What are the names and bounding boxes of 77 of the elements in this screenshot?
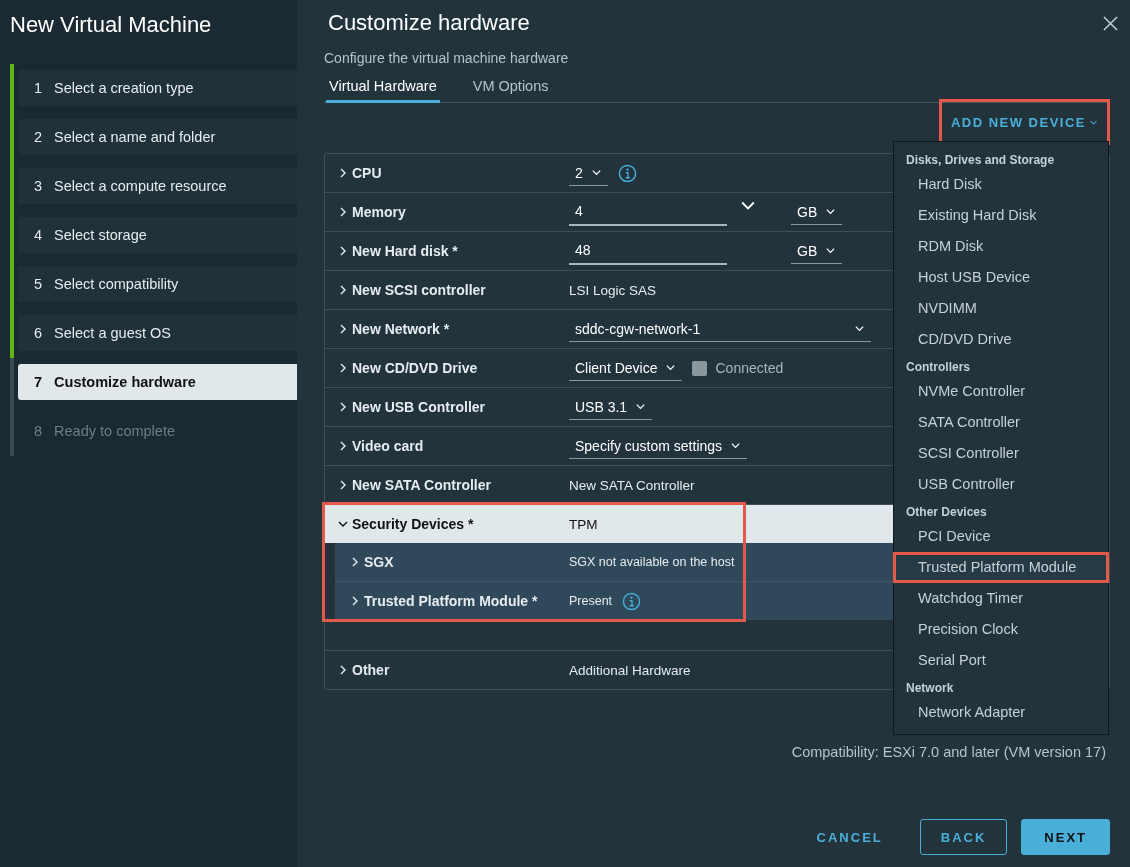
chevron-down-icon[interactable]: [635, 401, 647, 412]
close-icon[interactable]: [1103, 16, 1118, 31]
input-field[interactable]: 48: [569, 237, 727, 265]
back-button[interactable]: BACK: [919, 819, 1008, 855]
value-text: New SATA Controller: [569, 477, 695, 493]
dropdown[interactable]: 2: [569, 160, 608, 186]
row-label: New USB Controller: [352, 399, 485, 415]
menu-item[interactable]: Network Adapter: [893, 697, 1109, 728]
row-label: Security Devices *: [352, 516, 474, 532]
wizard-step[interactable]: 3 Select a compute resource: [18, 168, 297, 204]
row-label: Trusted Platform Module *: [364, 593, 538, 609]
dropdown[interactable]: USB 3.1: [569, 394, 653, 420]
value-text: SGX not available on the host: [569, 555, 735, 569]
menu-item[interactable]: RDM Disk: [893, 231, 1109, 262]
menu-heading: Network: [905, 680, 955, 697]
dropdown[interactable]: Specify custom settings: [569, 433, 748, 459]
chevron-down-icon[interactable]: [590, 167, 602, 178]
menu-item[interactable]: PCI Device: [893, 521, 1109, 552]
row-label: New SATA Controller: [352, 477, 491, 493]
menu-item[interactable]: NVDIMM: [893, 293, 1109, 324]
unit-dropdown[interactable]: GB: [791, 238, 843, 264]
menu-item[interactable]: Trusted Platform Module: [893, 552, 1109, 583]
page-subtitle: Configure the virtual machine hardware: [324, 50, 570, 66]
info-icon[interactable]: [617, 163, 637, 183]
compatibility-text: Compatibility: ESXi 7.0 and later (VM version 17): [790, 744, 1106, 760]
chevron-down-icon[interactable]: [730, 440, 742, 451]
unit-dropdown[interactable]: GB: [791, 199, 843, 225]
tab[interactable]: Virtual Hardware: [326, 78, 440, 103]
page-title: Customize hardware: [328, 10, 531, 36]
menu-item[interactable]: Precision Clock: [893, 614, 1109, 645]
menu-heading: Other Devices: [905, 504, 988, 521]
menu-item[interactable]: Watchdog Timer: [893, 583, 1109, 614]
wizard-step[interactable]: 1 Select a creation type: [18, 70, 297, 106]
row-label: New CD/DVD Drive: [352, 360, 478, 376]
dropdown[interactable]: Client Device: [569, 355, 683, 381]
chevron-down-icon[interactable]: [854, 323, 865, 334]
menu-item[interactable]: Host USB Device: [893, 262, 1109, 293]
menu-item[interactable]: Hard Disk: [893, 169, 1109, 200]
menu-item[interactable]: NVMe Controller: [893, 376, 1109, 407]
row-label: CPU: [352, 165, 382, 181]
row-label: Memory: [352, 204, 406, 220]
wizard-step[interactable]: 2 Select a name and folder: [18, 119, 297, 155]
wizard-step[interactable]: 5 Select compatibility: [18, 266, 297, 302]
tab[interactable]: VM Options: [469, 78, 552, 103]
wizard-title: New Virtual Machine: [9, 11, 213, 39]
value-text: Present: [569, 594, 613, 608]
wizard-step[interactable]: 6 Select a guest OS: [18, 315, 297, 351]
menu-item[interactable]: USB Controller: [893, 469, 1109, 500]
chevron-down-icon[interactable]: [825, 206, 837, 217]
menu-item[interactable]: CD/DVD Drive: [893, 324, 1109, 355]
menu-item[interactable]: Serial Port: [893, 645, 1109, 676]
checkbox[interactable]: [692, 360, 708, 376]
wizard-step[interactable]: 7 Customize hardware: [18, 364, 297, 400]
checkbox-label: Connected: [715, 360, 784, 376]
chevron-down-icon[interactable]: [665, 362, 677, 373]
row-label: New SCSI controller: [352, 282, 486, 298]
value-text: TPM: [569, 516, 598, 532]
row-label: New Hard disk *: [352, 243, 458, 259]
info-icon[interactable]: [622, 591, 642, 611]
row-label: Other: [352, 662, 390, 678]
dropdown[interactable]: sddc-cgw-network-1: [569, 316, 871, 342]
menu-item[interactable]: SATA Controller: [893, 407, 1109, 438]
menu-heading: Controllers: [905, 359, 971, 376]
input-field[interactable]: 4: [569, 198, 727, 226]
chevron-down-icon[interactable]: [825, 245, 837, 256]
value-text: Additional Hardware: [569, 662, 691, 678]
wizard-step[interactable]: 4 Select storage: [18, 217, 297, 253]
row-label: New Network *: [352, 321, 450, 337]
menu-heading: Disks, Drives and Storage: [905, 152, 1056, 169]
cancel-button[interactable]: CANCEL: [793, 819, 906, 855]
value-text: LSI Logic SAS: [569, 282, 657, 298]
menu-item[interactable]: SCSI Controller: [893, 438, 1109, 469]
menu-item[interactable]: Existing Hard Disk: [893, 200, 1109, 231]
next-button[interactable]: NEXT: [1021, 819, 1110, 855]
add-device-button[interactable]: ADD NEW DEVICE: [946, 108, 1102, 136]
row-label: Video card: [352, 438, 424, 454]
row-label: SGX: [364, 554, 394, 570]
